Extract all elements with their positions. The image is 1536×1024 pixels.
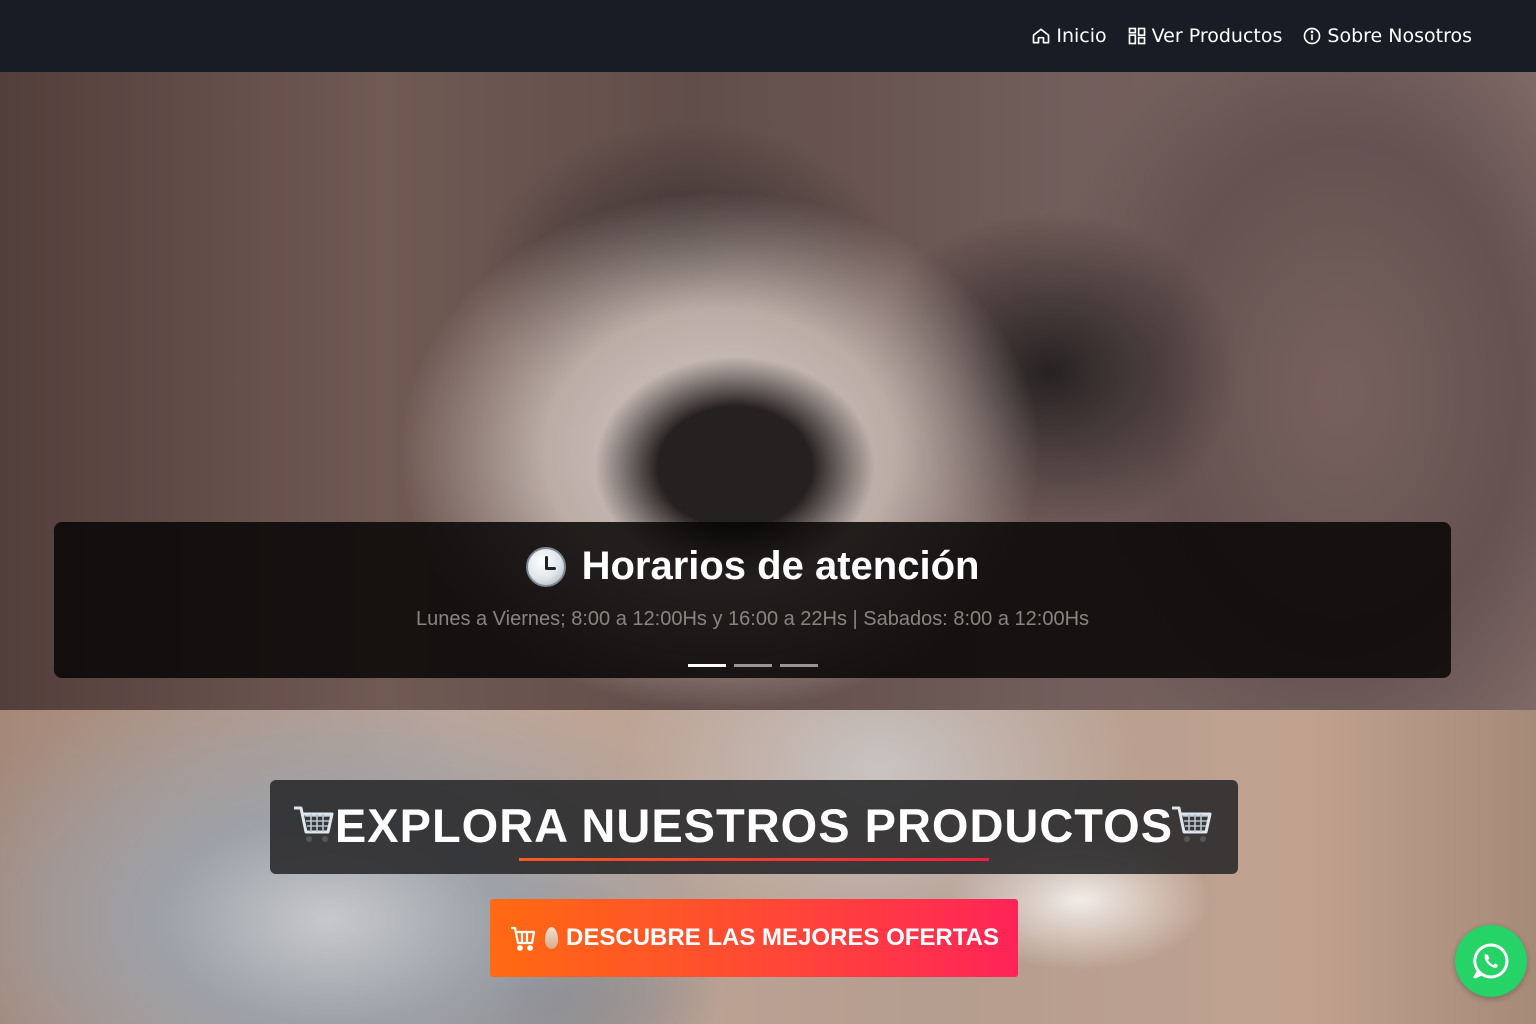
cart-icon xyxy=(511,926,536,951)
offers-button[interactable]: DESCUBRE LAS MEJORES OFERTAS xyxy=(490,899,1018,977)
carousel-indicator-3[interactable] xyxy=(779,664,818,667)
nav-link-label: Ver Productos xyxy=(1151,25,1283,47)
products-section: EXPLORA NUESTROS PRODUCTOS DESCUBRE LAS … xyxy=(0,710,1536,1024)
nav-link-ver-productos[interactable]: Ver Productos xyxy=(1127,25,1283,47)
nav-link-label: Sobre Nosotros xyxy=(1327,25,1472,47)
clock-icon xyxy=(525,546,566,587)
offers-button-label: DESCUBRE LAS MEJORES OFERTAS xyxy=(566,924,999,951)
shopping-cart-icon xyxy=(1172,806,1212,842)
navbar: Inicio Ver Productos Sobre Nosotros xyxy=(0,0,1536,72)
products-title-box: EXPLORA NUESTROS PRODUCTOS xyxy=(270,780,1238,874)
products-title: EXPLORA NUESTROS PRODUCTOS xyxy=(334,799,1174,852)
caption-title: Horarios de atención xyxy=(581,544,980,588)
grid-icon xyxy=(1128,27,1145,45)
nav-link-label: Inicio xyxy=(1056,25,1107,47)
carousel-indicator-1[interactable] xyxy=(687,664,726,667)
nav-link-sobre-nosotros[interactable]: Sobre Nosotros xyxy=(1302,25,1472,47)
title-underline xyxy=(519,858,989,861)
carousel-indicator-2[interactable] xyxy=(733,664,772,667)
egg-icon xyxy=(545,927,559,949)
carousel-caption: Horarios de atención Lunes a Viernes; 8:… xyxy=(54,522,1451,678)
caption-hours: Lunes a Viernes; 8:00 a 12:00Hs y 16:00 … xyxy=(415,608,1090,630)
info-icon xyxy=(1304,27,1321,45)
whatsapp-button[interactable] xyxy=(1455,925,1527,997)
hero-carousel[interactable]: Horarios de atención Lunes a Viernes; 8:… xyxy=(0,72,1536,710)
caption-heading: Horarios de atención xyxy=(54,544,1451,589)
home-icon xyxy=(1033,28,1050,44)
carousel-indicators xyxy=(54,664,1451,667)
nav-link-inicio[interactable]: Inicio xyxy=(1031,25,1107,47)
whatsapp-icon xyxy=(1473,943,1509,979)
